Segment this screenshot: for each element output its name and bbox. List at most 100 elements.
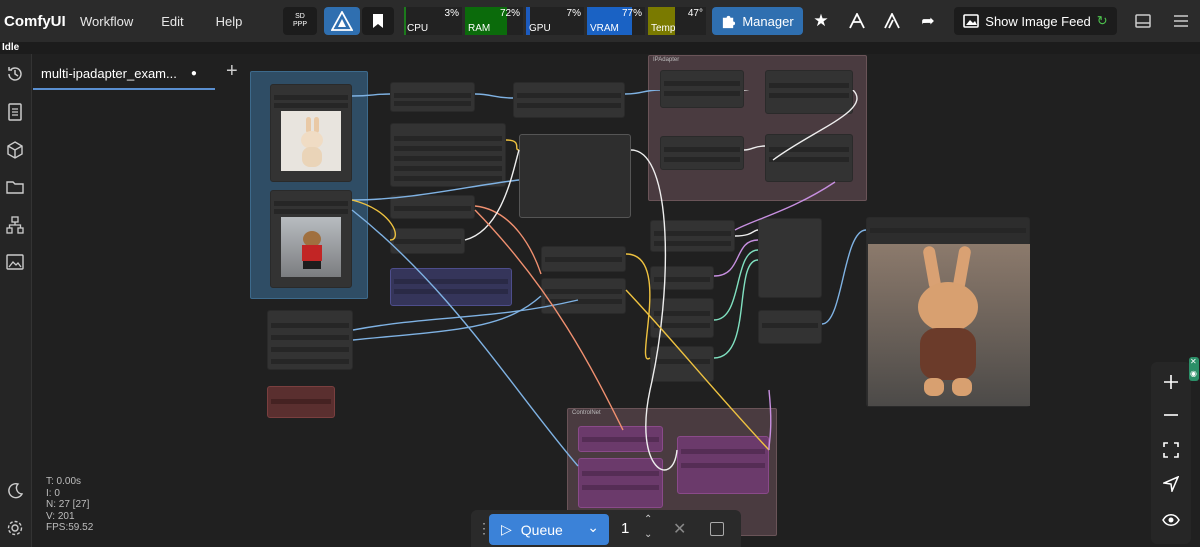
queue-status: Idle xyxy=(0,42,1200,54)
ipadapter-encoder-node-1[interactable] xyxy=(765,70,853,114)
preview-node[interactable] xyxy=(519,134,631,218)
stat-i: I: 0 xyxy=(46,487,60,499)
cancel-x-icon[interactable]: ✕ xyxy=(673,519,686,539)
model-library-icon[interactable] xyxy=(5,140,25,160)
bunny-output-image xyxy=(868,244,1030,406)
share-button[interactable]: ➦ xyxy=(913,7,943,35)
crystools-logo-button[interactable] xyxy=(324,7,360,35)
queue-list-icon[interactable] xyxy=(5,102,25,122)
star-icon: ★ xyxy=(813,11,829,30)
hamburger-menu-button[interactable] xyxy=(1168,7,1194,35)
new-tab-button[interactable]: + xyxy=(226,60,238,83)
ram-label: RAM xyxy=(468,23,491,34)
menu-help[interactable]: Help xyxy=(216,14,243,29)
decrement-icon[interactable]: ⌄ xyxy=(644,529,652,540)
graph-canvas[interactable]: IPAdapter ControlNet xyxy=(33,55,1200,547)
vae-decode-node[interactable] xyxy=(758,218,822,298)
gpu-monitor: GPU 7% xyxy=(526,7,584,35)
ram-value: 72% xyxy=(499,8,520,19)
save-image-node[interactable] xyxy=(758,310,822,344)
star-button[interactable]: ★ xyxy=(806,7,836,35)
empty-latent-node[interactable] xyxy=(390,228,465,254)
visibility-eye-icon[interactable] xyxy=(1161,510,1181,530)
sd-ppp-button[interactable]: SD PPP xyxy=(283,7,317,35)
clip-vision-node[interactable] xyxy=(541,246,626,272)
sd-ppp-label-2: PPP xyxy=(292,21,307,28)
clip-text-encode-node-2[interactable] xyxy=(390,195,475,219)
crystools-icon xyxy=(331,11,353,31)
menu-icon xyxy=(1174,15,1188,27)
folder-icon[interactable] xyxy=(5,177,25,197)
image-icon xyxy=(963,14,980,28)
vram-label: VRAM xyxy=(590,23,619,34)
stat-time: T: 0.00s xyxy=(46,476,82,487)
panel-toggle-button[interactable] xyxy=(1130,7,1156,35)
node-library-icon[interactable] xyxy=(5,215,25,235)
queue-action-bar: ⋮ ▷ Queue ⌄ 1 ⌃ ⌄ ✕ xyxy=(471,510,741,547)
gpu-value: 7% xyxy=(566,8,581,19)
bunny-thumbnail-1 xyxy=(281,111,341,171)
queue-button[interactable]: ▷ Queue ⌄ xyxy=(489,514,609,545)
theme-toggle-icon[interactable] xyxy=(5,481,25,501)
curve-a-icon xyxy=(849,13,865,29)
workflow-tab[interactable]: multi-ipadapter_exam... ● xyxy=(33,58,215,90)
ipadapter-encoder-node-2[interactable] xyxy=(765,134,853,182)
model-download-button[interactable] xyxy=(842,7,872,35)
stat-fps: FPS:59.52 xyxy=(46,522,94,533)
share-icon: ➦ xyxy=(921,13,935,30)
note-node[interactable] xyxy=(267,386,335,418)
refresh-icon: ↻ xyxy=(1096,13,1108,28)
workflow-tab-label: multi-ipadapter_exam... xyxy=(41,65,177,81)
manager-label: Manager xyxy=(742,13,794,29)
show-image-feed-button[interactable]: Show Image Feed ↻ xyxy=(954,7,1117,35)
ipadapter-group-title: IPAdapter xyxy=(653,57,680,63)
zoom-in-icon[interactable] xyxy=(1161,372,1181,392)
queue-options-chevron-icon[interactable]: ⌄ xyxy=(587,519,599,536)
stop-square-icon[interactable] xyxy=(710,522,724,536)
conditioning-node-3[interactable] xyxy=(650,298,714,338)
settings-gear-icon[interactable] xyxy=(5,518,25,538)
fit-view-icon[interactable] xyxy=(1161,440,1181,460)
app-logo[interactable]: ComfyUI xyxy=(4,13,72,30)
model-sync-button[interactable] xyxy=(877,7,907,35)
bookmark-icon xyxy=(373,14,383,28)
conditioning-node-4[interactable] xyxy=(650,346,714,382)
ipadapter-node-2[interactable] xyxy=(660,136,744,170)
load-image-node-1[interactable] xyxy=(270,84,352,182)
link-badge-icon: ◉ xyxy=(1190,369,1197,378)
menu-workflow[interactable]: Workflow xyxy=(80,14,133,29)
conditioning-node-2[interactable] xyxy=(650,266,714,290)
model-loader-node[interactable] xyxy=(513,82,625,118)
controlnet-node-2[interactable] xyxy=(578,458,663,508)
canvas-zoom-controls xyxy=(1151,362,1191,544)
checkpoint-loader-node[interactable] xyxy=(390,82,475,112)
load-image-node-2[interactable] xyxy=(270,190,352,288)
clip-text-encode-node[interactable] xyxy=(390,123,506,187)
temp-monitor: Temp 47° xyxy=(648,7,706,35)
ram-monitor: RAM 72% xyxy=(465,7,523,35)
history-icon[interactable] xyxy=(5,64,25,84)
ksampler-node[interactable] xyxy=(390,268,512,306)
stat-vertices: V: 201 xyxy=(46,510,75,522)
ipadapter-node-1[interactable] xyxy=(660,70,744,108)
teddy-thumbnail xyxy=(281,217,341,277)
conditioning-node-1[interactable] xyxy=(650,220,735,252)
increment-icon[interactable]: ⌃ xyxy=(644,514,652,525)
output-image-node[interactable] xyxy=(866,217,1030,407)
side-tab-badges[interactable]: ✕ ◉ xyxy=(1189,357,1199,381)
controlnet-apply-node[interactable] xyxy=(677,436,769,494)
cpu-fill xyxy=(404,7,406,35)
controlnet-node-1[interactable] xyxy=(578,426,663,452)
locate-icon[interactable] xyxy=(1161,474,1181,494)
ipadapter-model-node[interactable] xyxy=(541,278,626,314)
bookmark-button[interactable] xyxy=(362,7,394,35)
zoom-out-icon[interactable] xyxy=(1161,405,1181,425)
stat-nodes: N: 27 [27] xyxy=(46,499,90,510)
temp-value: 47° xyxy=(687,8,703,19)
lora-loader-node[interactable] xyxy=(267,310,353,370)
gallery-icon[interactable] xyxy=(5,252,25,272)
manager-button[interactable]: Manager xyxy=(712,7,803,35)
menu-edit[interactable]: Edit xyxy=(161,14,183,29)
batch-count-input[interactable]: 1 xyxy=(621,520,629,537)
sd-ppp-label-1: SD xyxy=(295,13,305,20)
